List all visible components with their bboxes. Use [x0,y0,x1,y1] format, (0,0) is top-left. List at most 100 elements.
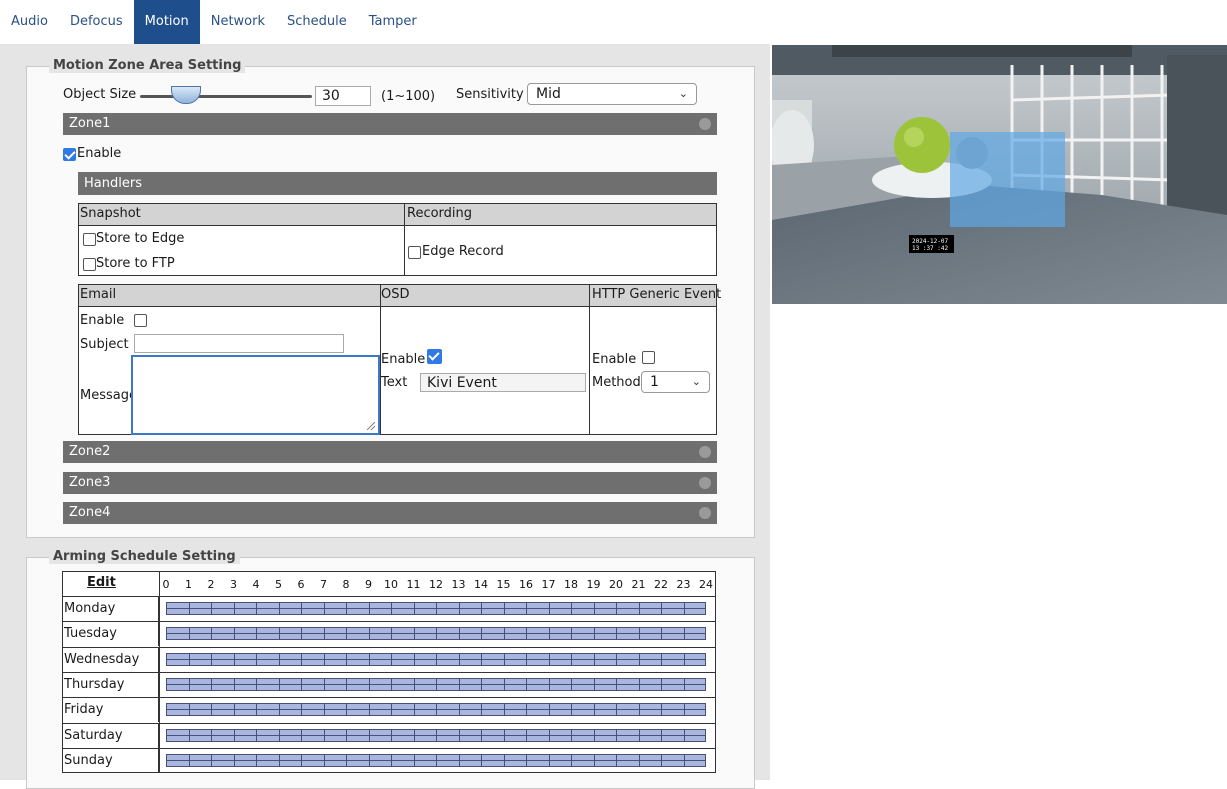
schedule-bar[interactable] [166,602,706,615]
http-enable-label: Enable [592,352,637,367]
schedule-tick [233,603,235,614]
object-size-slider-track[interactable] [140,95,312,98]
object-size-label: Object Size [63,87,137,102]
zone3-title: Zone3 [69,475,111,490]
schedule-tick [638,653,640,665]
http-header: HTTP Generic Event [592,287,722,302]
schedule-row-friday: Friday [63,697,715,723]
schedule-bar[interactable] [166,677,706,691]
schedule-tick [526,704,527,716]
object-size-input[interactable]: 30 [315,86,371,106]
schedule-tick [683,653,685,665]
osd-header: OSD [381,287,410,302]
schedule-tick [526,678,527,690]
object-size-range: (1~100) [381,89,436,104]
schedule-tick [481,729,482,741]
schedule-tick [481,653,482,665]
schedule-tick [661,653,662,665]
schedule-bar[interactable] [166,728,706,742]
schedule-tick [436,754,437,766]
schedule-tick [233,678,235,690]
expand-icon[interactable] [699,477,711,489]
schedule-tick [346,729,347,741]
schedule-tick [481,704,482,716]
hour-label: 1 [185,578,192,591]
schedule-tick [413,653,415,665]
schedule-tick [301,704,302,716]
schedule-tick [458,678,460,690]
camera-timestamp-date: 2024-12-07 [912,238,949,245]
email-subject-input[interactable] [134,334,344,353]
schedule-edit-link[interactable]: Edit [87,575,116,590]
schedule-tick [211,704,212,716]
schedule-tick [391,754,392,766]
schedule-tick [548,704,550,716]
zone1-header[interactable]: Zone1 [63,113,717,135]
schedule-tick [661,704,662,716]
tab-audio[interactable]: Audio [0,0,59,44]
schedule-bar[interactable] [166,753,706,767]
schedule-tick [233,628,235,640]
schedule-tick [323,603,325,614]
edge-record-checkbox[interactable] [408,246,421,259]
schedule-row-monday: Monday [63,596,715,621]
store-ftp-checkbox[interactable] [83,258,96,271]
schedule-tick [301,653,302,665]
tab-schedule[interactable]: Schedule [276,0,358,44]
resize-handle-icon[interactable] [367,422,375,430]
store-ftp-label: Store to FTP [96,256,175,271]
schedule-tick [683,628,685,640]
tab-motion[interactable]: Motion [133,0,200,44]
schedule-tick [413,628,415,640]
schedule-tick [211,628,212,640]
schedule-tick [548,603,550,614]
table-header-row [79,204,716,226]
zone1-enable-checkbox[interactable] [63,148,76,161]
day-label: Monday [63,597,159,621]
schedule-bar[interactable] [166,627,706,641]
email-osd-http-table: Email OSD HTTP Generic Event Enable Subj… [78,284,721,435]
hour-label: 13 [451,578,466,591]
schedule-tick [436,653,437,665]
chevron-down-icon: ⌄ [691,375,701,388]
schedule-tick [683,678,685,690]
expand-icon[interactable] [699,446,711,458]
zone2-header[interactable]: Zone2 [63,441,717,463]
zone4-header[interactable]: Zone4 [63,502,717,524]
hour-label: 18 [564,578,578,591]
schedule-tick [211,754,212,766]
camera-preview[interactable]: 2024-12-07 13 :37 :42 [772,45,1227,304]
schedule-tick [368,653,370,665]
email-message-textarea[interactable] [131,355,380,435]
http-method-value: 1 [650,374,659,390]
tab-tamper[interactable]: Tamper [357,0,428,44]
tab-defocus[interactable]: Defocus [58,0,134,44]
schedule-tick [571,729,572,741]
schedule-bar[interactable] [166,703,706,717]
schedule-tick [638,704,640,716]
schedule-tick [368,729,370,741]
schedule-tick [548,653,550,665]
schedule-tick [593,603,595,614]
schedule-tick [661,729,662,741]
sensitivity-select[interactable]: Mid ⌄ [527,83,697,105]
schedule-tick [458,754,460,766]
store-edge-checkbox[interactable] [83,233,96,246]
http-method-select[interactable]: 1 ⌄ [641,371,710,393]
zone3-header[interactable]: Zone3 [63,472,717,494]
schedule-tick [391,704,392,716]
tab-network[interactable]: Network [199,0,277,44]
schedule-tick [346,754,347,766]
schedule-tick [661,603,662,614]
schedule-tick [571,754,572,766]
osd-enable-checkbox[interactable] [427,349,442,364]
schedule-tick [593,628,595,640]
email-enable-checkbox[interactable] [134,314,147,327]
collapse-icon[interactable] [699,118,711,130]
http-enable-checkbox[interactable] [642,351,655,364]
osd-text-input[interactable]: Kivi Event [420,373,586,392]
schedule-tick [526,603,527,614]
expand-icon[interactable] [699,507,711,519]
schedule-bar[interactable] [166,652,706,666]
day-label: Thursday [63,672,159,697]
